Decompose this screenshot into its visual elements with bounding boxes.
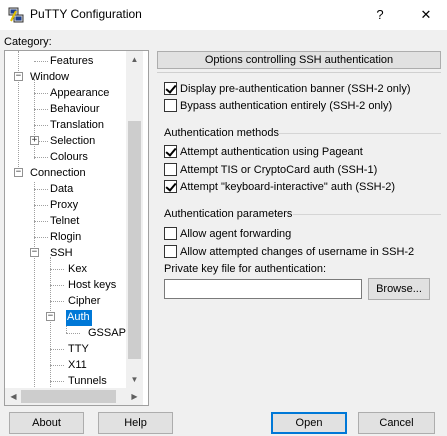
help-button[interactable]: Help (98, 412, 173, 434)
tree-line (66, 333, 80, 334)
scroll-up-arrow-icon[interactable]: ▲ (126, 51, 143, 68)
tree-item-translation[interactable]: Translation (49, 118, 105, 134)
group-divider (293, 214, 441, 215)
tree-line (34, 205, 48, 206)
tree-line (34, 157, 48, 158)
group-divider (278, 133, 441, 134)
tis-auth-label[interactable]: Attempt TIS or CryptoCard auth (SSH-1) (180, 163, 377, 177)
pageant-auth-label[interactable]: Attempt authentication using Pageant (180, 145, 363, 159)
tree-line (34, 189, 48, 190)
agent-forwarding-label[interactable]: Allow agent forwarding (180, 227, 291, 241)
tree-item-proxy[interactable]: Proxy (49, 198, 79, 214)
pageant-auth-checkbox[interactable] (164, 145, 177, 158)
tree-line (34, 125, 48, 126)
scroll-right-arrow-icon[interactable]: ▶ (126, 388, 143, 405)
tree-item-tty[interactable]: TTY (67, 342, 90, 358)
panel-divider (157, 72, 441, 73)
browse-button[interactable]: Browse... (368, 278, 430, 300)
tis-auth-checkbox[interactable] (164, 163, 177, 176)
tree-line (34, 61, 48, 62)
tree-item-features[interactable]: Features (49, 54, 94, 70)
auth-methods-title: Authentication methods (164, 127, 279, 139)
keyfile-input[interactable] (164, 279, 362, 299)
tree-line (34, 93, 48, 94)
display-banner-checkbox[interactable] (164, 82, 177, 95)
keyboard-interactive-checkbox[interactable] (164, 180, 177, 193)
tree-line (34, 182, 35, 405)
bypass-auth-label[interactable]: Bypass authentication entirely (SSH-2 on… (180, 99, 392, 113)
tree-line (34, 221, 48, 222)
tree-item-selection[interactable]: Selection (49, 134, 96, 150)
tree-line (50, 301, 64, 302)
about-button[interactable]: About (9, 412, 84, 434)
tree-line (50, 381, 64, 382)
tree-vertical-scroll-thumb[interactable] (128, 121, 141, 359)
tree-line (50, 269, 64, 270)
tree-item-behaviour[interactable]: Behaviour (49, 102, 101, 118)
cancel-button[interactable]: Cancel (358, 412, 435, 434)
auth-params-title: Authentication parameters (164, 208, 293, 220)
putty-app-icon (8, 7, 24, 23)
tree-item-x11[interactable]: X11 (67, 358, 88, 374)
help-icon[interactable]: ? (369, 4, 391, 26)
tree-line (50, 349, 64, 350)
keyboard-interactive-label[interactable]: Attempt "keyboard-interactive" auth (SSH… (180, 180, 395, 194)
tree-item-kex[interactable]: Kex (67, 262, 88, 278)
tree-horizontal-scroll-thumb[interactable] (21, 390, 116, 403)
tree-line (34, 109, 48, 110)
category-label: Category: (4, 36, 52, 48)
scroll-down-arrow-icon[interactable]: ▼ (126, 371, 143, 388)
tree-item-cipher[interactable]: Cipher (67, 294, 101, 310)
tree-item-auth[interactable]: Auth (66, 310, 92, 326)
tree-item-colours[interactable]: Colours (49, 150, 89, 166)
tree-item-rlogin[interactable]: Rlogin (49, 230, 82, 246)
tree-item-window[interactable]: Window (29, 70, 70, 86)
tree-item-gssapi[interactable]: GSSAPI (87, 326, 130, 342)
close-icon[interactable]: ✕ (415, 4, 437, 26)
bypass-auth-checkbox[interactable] (164, 99, 177, 112)
agent-forwarding-checkbox[interactable] (164, 227, 177, 240)
tree-expand-toggle-selection[interactable]: + (30, 136, 39, 145)
tree-collapse-toggle-auth[interactable]: − (46, 312, 55, 321)
tree-collapse-toggle-connection[interactable]: − (14, 168, 23, 177)
tree-line (39, 141, 48, 142)
username-change-checkbox[interactable] (164, 245, 177, 258)
tree-item-data[interactable]: Data (49, 182, 74, 198)
scroll-left-arrow-icon[interactable]: ◀ (5, 388, 22, 405)
tree-line (50, 285, 64, 286)
tree-item-connection[interactable]: Connection (29, 166, 87, 182)
tree-item-telnet[interactable]: Telnet (49, 214, 80, 230)
tree-collapse-toggle-window[interactable]: − (14, 72, 23, 81)
tree-item-ssh[interactable]: SSH (49, 246, 74, 262)
tree-line (18, 51, 19, 173)
tree-line (34, 237, 48, 238)
open-button[interactable]: Open (271, 412, 347, 434)
tree-item-appearance[interactable]: Appearance (49, 86, 110, 102)
tree-line (50, 365, 64, 366)
keyfile-label: Private key file for authentication: (164, 263, 327, 275)
tree-line (34, 79, 35, 159)
tree-line (50, 257, 51, 405)
tree-collapse-toggle-ssh[interactable]: − (30, 248, 39, 257)
panel-header: Options controlling SSH authentication (157, 51, 441, 69)
username-change-label[interactable]: Allow attempted changes of username in S… (180, 245, 414, 259)
window-title: PuTTY Configuration (30, 7, 142, 21)
tree-item-host-keys[interactable]: Host keys (67, 278, 117, 294)
display-banner-label[interactable]: Display pre-authentication banner (SSH-2… (180, 82, 411, 96)
